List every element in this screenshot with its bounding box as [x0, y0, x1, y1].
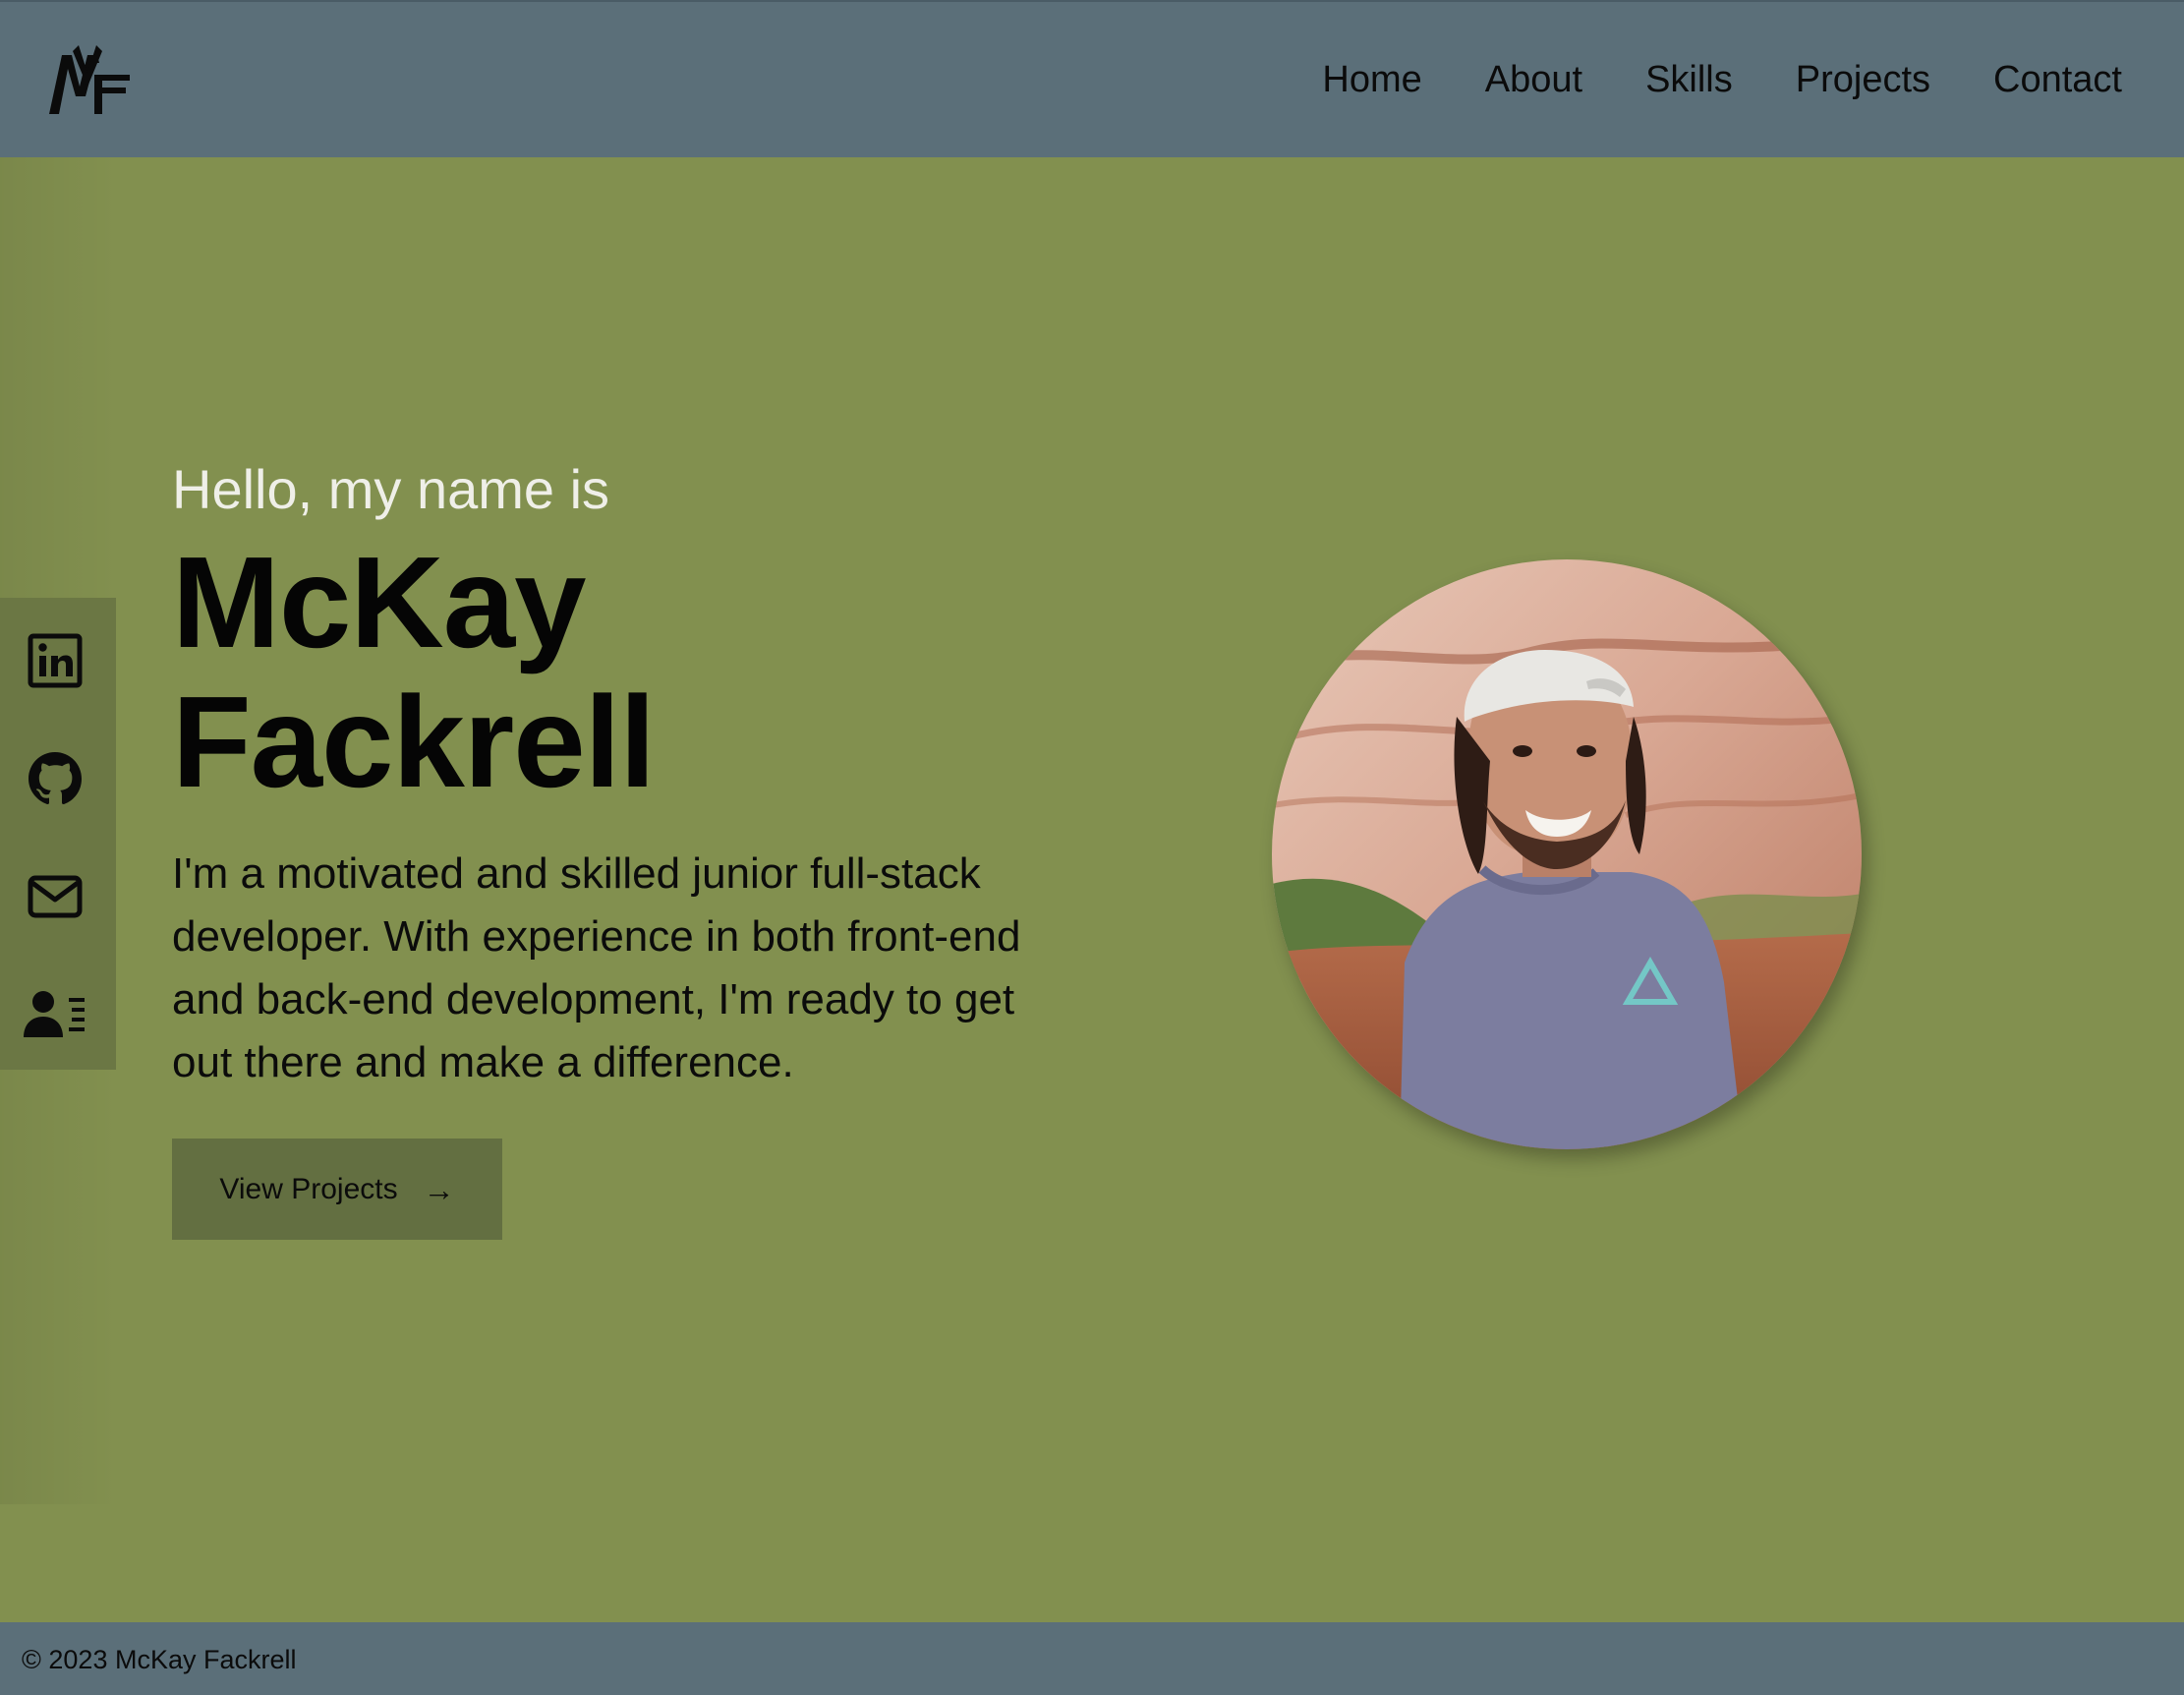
nav-about[interactable]: About	[1485, 57, 1582, 102]
social-links-bar	[0, 598, 116, 1070]
mail-icon[interactable]	[24, 865, 86, 928]
profile-photo	[1272, 559, 1862, 1149]
copyright-text: © 2023 McKay Fackrell	[22, 1645, 297, 1674]
mf-logo-icon[interactable]	[49, 45, 130, 116]
nav-skills[interactable]: Skills	[1645, 57, 1733, 102]
nav-projects[interactable]: Projects	[1796, 57, 1930, 102]
resume-contact-icon[interactable]	[24, 983, 86, 1046]
nav-home[interactable]: Home	[1322, 57, 1421, 102]
linkedin-icon[interactable]	[24, 629, 86, 692]
main-nav: Home About Skills Projects Contact	[1322, 57, 2122, 102]
first-name: McKay	[172, 530, 587, 674]
view-projects-label: View Projects	[219, 1172, 398, 1205]
view-projects-button[interactable]: View Projects →	[172, 1139, 502, 1240]
last-name: Fackrell	[172, 670, 656, 814]
page-footer: © 2023 McKay Fackrell	[0, 1622, 2184, 1695]
github-icon[interactable]	[24, 747, 86, 810]
top-navigation: Home About Skills Projects Contact	[0, 0, 2184, 157]
nav-contact[interactable]: Contact	[1993, 57, 2122, 102]
arrow-right-icon: →	[423, 1171, 455, 1207]
hero-name: McKay Fackrell	[172, 533, 860, 812]
hero-greeting: Hello, my name is	[172, 458, 610, 520]
hero-intro: I'm a motivated and skilled junior full-…	[172, 849, 1021, 1086]
